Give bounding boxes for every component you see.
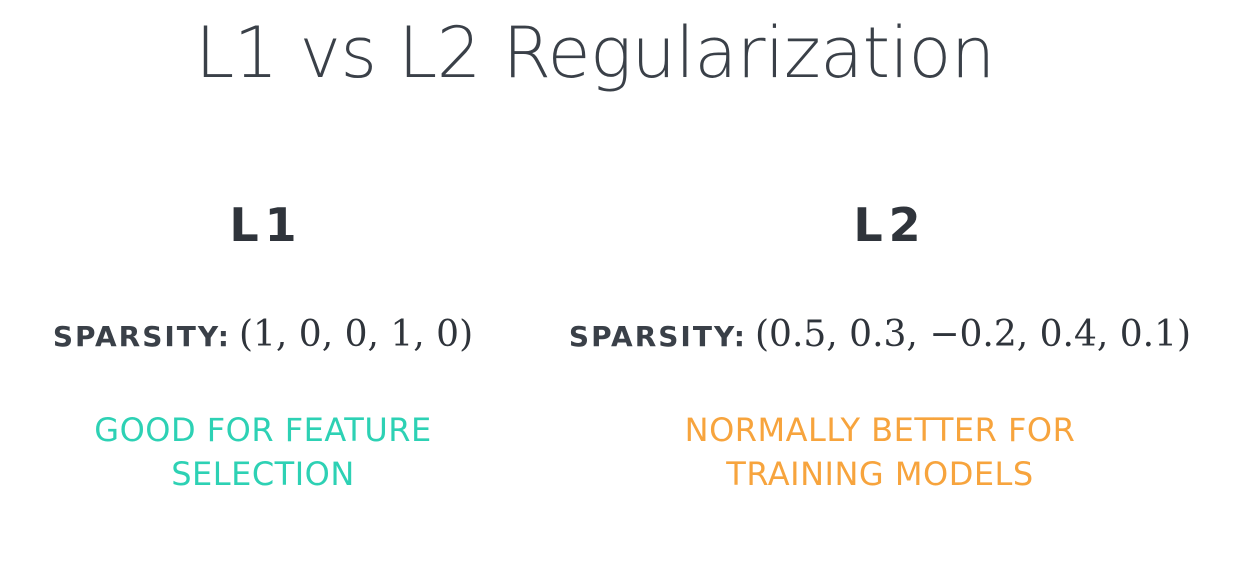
column-heading: L1 — [229, 198, 303, 252]
column-l1: L1 SPARSITY: (1, 0, 0, 1, 0) GOOD FOR FE… — [40, 190, 486, 496]
note-line: SELECTION — [171, 455, 355, 493]
sparsity-row: SPARSITY: (1, 0, 0, 1, 0) — [40, 310, 486, 360]
note-line: TRAINING MODELS — [726, 455, 1034, 493]
sparsity-row: SPARSITY: (0.5, 0.3, −0.2, 0.4, 0.1) — [560, 310, 1200, 360]
sparsity-label: SPARSITY: — [568, 320, 747, 353]
column-heading: L2 — [853, 198, 927, 252]
sparsity-label: SPARSITY: — [52, 320, 231, 353]
sparsity-vector: (0.5, 0.3, −0.2, 0.4, 0.1) — [755, 314, 1192, 355]
sparsity-vector: (1, 0, 0, 1, 0) — [238, 314, 474, 355]
note-line: NORMALLY BETTER FOR — [684, 411, 1076, 449]
column-note: NORMALLY BETTER FOR TRAINING MODELS — [560, 408, 1200, 496]
column-note: GOOD FOR FEATURE SELECTION — [40, 408, 486, 496]
slide: L1 vs L2 Regularization L1 SPARSITY: (1,… — [0, 0, 1235, 583]
slide-title: L1 vs L2 Regularization — [195, 12, 995, 94]
note-line: GOOD FOR FEATURE — [94, 411, 432, 449]
column-l2: L2 SPARSITY: (0.5, 0.3, −0.2, 0.4, 0.1) … — [560, 190, 1200, 496]
